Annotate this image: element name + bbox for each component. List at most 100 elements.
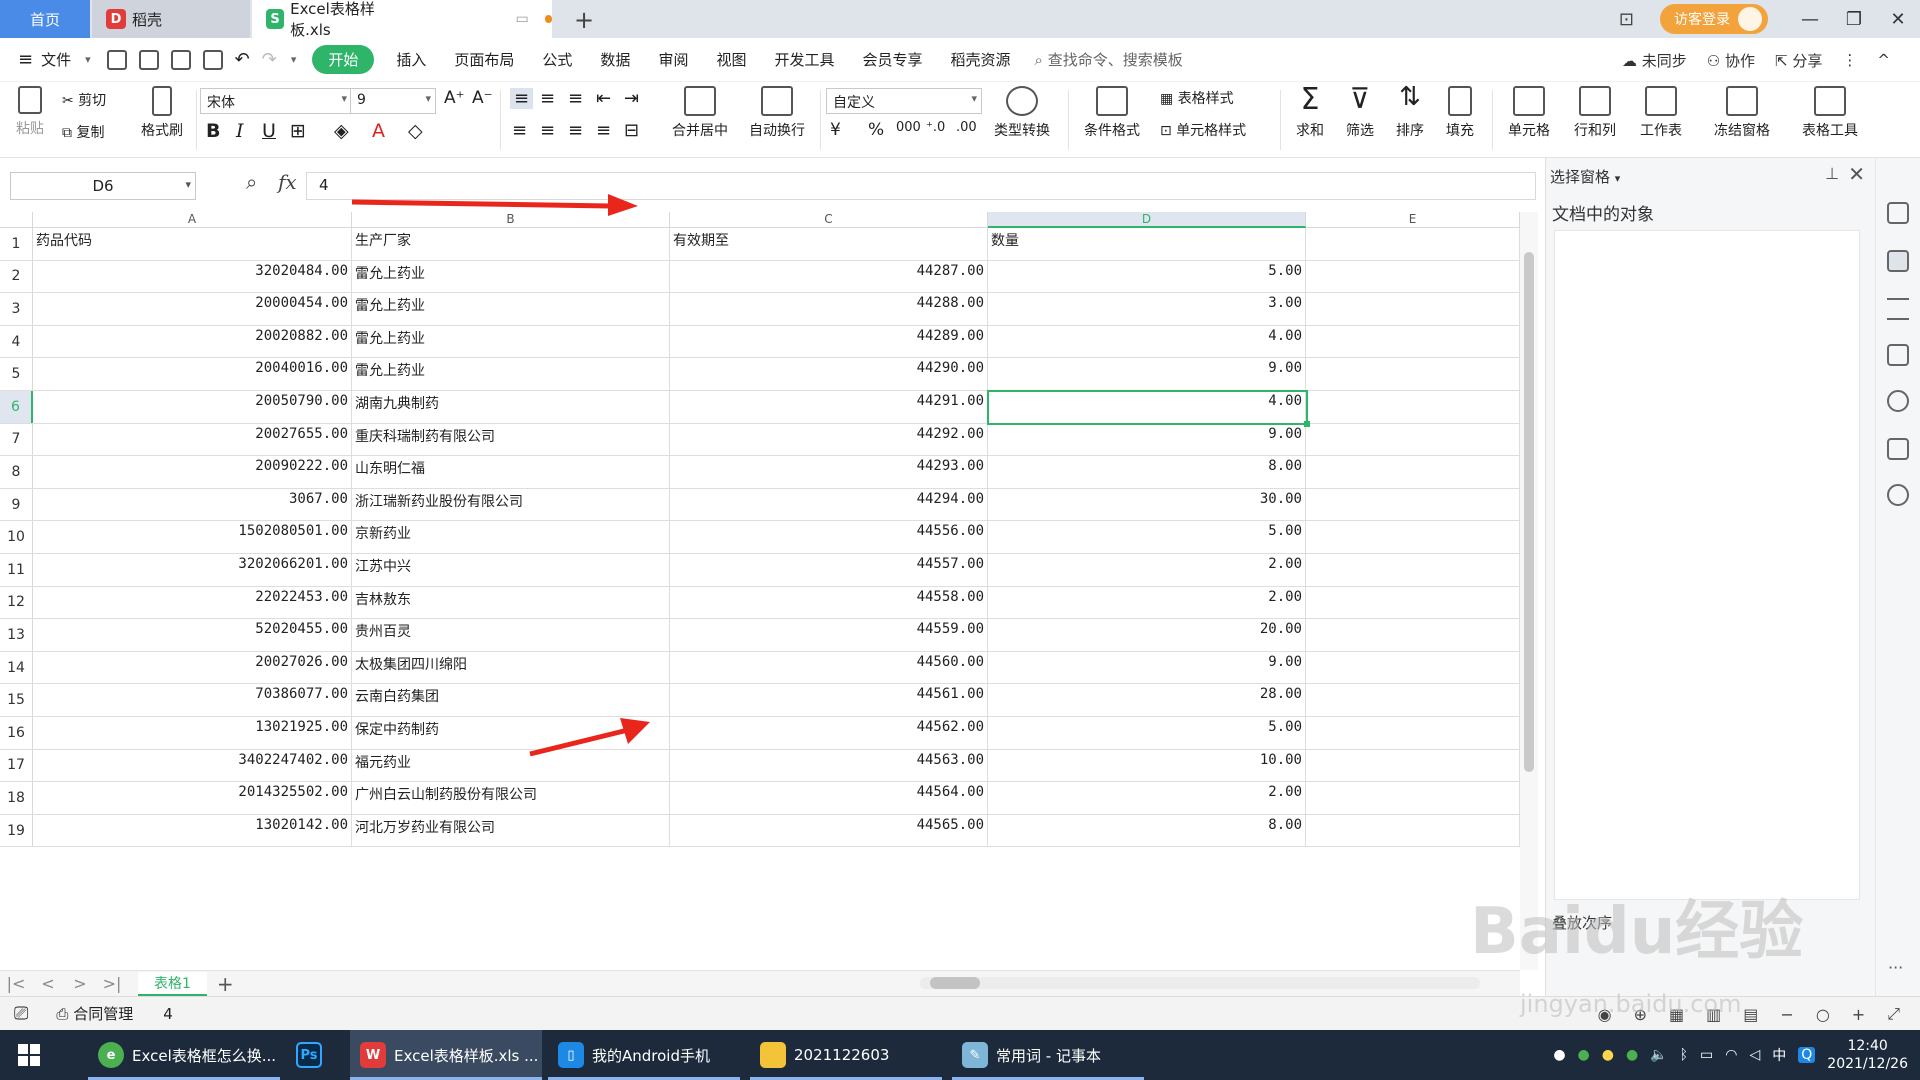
row-number[interactable]: 11 [0, 554, 33, 586]
zoom-in-icon[interactable]: + [1852, 1005, 1865, 1024]
sum-button[interactable]: Σ 求和 [1286, 82, 1334, 140]
tab-home[interactable]: 首页 [0, 0, 90, 38]
decrease-decimal-icon[interactable]: .00 [956, 120, 977, 135]
font-color-icon[interactable]: A [372, 120, 385, 142]
menu-daoke-resources[interactable]: 稻壳资源 [937, 49, 1025, 70]
row-number[interactable]: 14 [0, 651, 33, 684]
close-pane-icon[interactable]: ✕ [1848, 162, 1865, 186]
print-preview-icon[interactable] [202, 49, 223, 70]
cell-b[interactable]: 保定中药制药 [352, 717, 670, 749]
row-number[interactable]: 2 [0, 260, 33, 293]
cell-a[interactable]: 20027026.00 [33, 651, 352, 684]
column-header-c[interactable]: C [670, 212, 988, 228]
cell-c[interactable]: 44293.00 [670, 456, 988, 488]
row-number[interactable]: 5 [0, 358, 33, 390]
merge-center-button[interactable]: 合并居中 [660, 82, 740, 140]
cell-b[interactable]: 雷允上药业 [352, 358, 670, 390]
cell-e[interactable] [1306, 586, 1520, 619]
taskbar-item-android[interactable]: ▯ 我的Android手机 [548, 1030, 740, 1080]
filter-button[interactable]: ⊽ 筛选 [1336, 82, 1384, 140]
cell-a[interactable]: 20040016.00 [33, 358, 352, 390]
cell-a[interactable]: 52020455.00 [33, 619, 352, 651]
type-convert-button[interactable]: 类型转换 [986, 82, 1058, 140]
document-manage-button[interactable]: ⎙ 合同管理 [56, 1003, 133, 1024]
cell-b[interactable]: 河北万岁药业有限公司 [352, 814, 670, 847]
collaborate-button[interactable]: ⚇ 协作 [1707, 50, 1755, 71]
bluetooth-icon[interactable]: ᛒ [1680, 1047, 1688, 1063]
menu-formula[interactable]: 公式 [528, 49, 586, 70]
row-number[interactable]: 15 [0, 684, 33, 716]
row-number[interactable]: 3 [0, 293, 33, 325]
row-number[interactable]: 4 [0, 325, 33, 358]
cell-c[interactable]: 44294.00 [670, 488, 988, 521]
share-button[interactable]: ⇱ 分享 [1775, 50, 1822, 71]
next-sheet-icon[interactable]: > [64, 974, 96, 993]
cell-e[interactable] [1306, 619, 1520, 651]
search-command[interactable]: ⌕ 查找命令、搜索模板 [1035, 49, 1183, 70]
cell-e[interactable] [1306, 651, 1520, 684]
sort-button[interactable]: ⇅ 排序 [1386, 82, 1434, 140]
cell-a[interactable]: 3067.00 [33, 488, 352, 521]
windows-start-icon[interactable] [18, 1044, 40, 1066]
quick-access-dropdown-icon[interactable]: ▾ [291, 53, 297, 66]
fill-color-icon[interactable]: ◈ [334, 120, 349, 142]
align-left-icon[interactable]: ≡ [512, 120, 527, 141]
horizontal-scrollbar[interactable] [920, 977, 1480, 989]
cell-b[interactable]: 湖南九典制药 [352, 391, 670, 423]
zoom-slider-icon[interactable]: ○ [1816, 1005, 1830, 1024]
vertical-scrollbar[interactable] [1520, 212, 1538, 970]
cell-d[interactable]: 8.00 [988, 456, 1306, 488]
guest-login-button[interactable]: 访客登录 [1660, 4, 1768, 34]
battery-icon[interactable]: ▭ [1700, 1047, 1713, 1063]
increase-font-icon[interactable]: A⁺ [444, 88, 465, 108]
cell-a[interactable]: 20050790.00 [33, 391, 352, 423]
underline-button[interactable]: U [262, 120, 276, 142]
cell-b[interactable]: 广州白云山制药股份有限公司 [352, 782, 670, 814]
align-middle-icon[interactable]: ≡ [540, 88, 555, 109]
menu-view[interactable]: 视图 [702, 49, 760, 70]
close-window-icon[interactable]: ✕ [1876, 9, 1920, 30]
cell-d[interactable]: 2.00 [988, 586, 1306, 619]
rocket-icon[interactable] [1887, 202, 1909, 224]
percent-button[interactable]: % [868, 120, 884, 140]
menu-data[interactable]: 数据 [586, 49, 644, 70]
taskbar-item-excel[interactable]: W Excel表格样板.xls ... [350, 1030, 542, 1080]
cell-d[interactable]: 30.00 [988, 488, 1306, 521]
cell-d[interactable]: 5.00 [988, 717, 1306, 749]
name-box-dropdown-icon[interactable]: ▾ [185, 178, 191, 191]
currency-button[interactable]: ¥ [830, 120, 841, 140]
row-number[interactable]: 13 [0, 619, 33, 651]
select-all-corner[interactable] [0, 212, 33, 228]
cell-c[interactable]: 44560.00 [670, 651, 988, 684]
copy-button[interactable]: ⧉ 复制 [62, 122, 104, 142]
cell-b[interactable]: 太极集团四川绵阳 [352, 651, 670, 684]
cell-d[interactable]: 20.00 [988, 619, 1306, 651]
cell-e[interactable] [1306, 423, 1520, 456]
justify-icon[interactable]: ≡ [596, 120, 611, 141]
cell-a[interactable]: 13021925.00 [33, 717, 352, 749]
export-pdf-icon[interactable] [138, 49, 159, 70]
vertical-scroll-thumb[interactable] [1524, 252, 1534, 772]
align-right-icon[interactable]: ≡ [568, 120, 583, 141]
increase-decimal-icon[interactable]: ⁺.0 [926, 120, 945, 135]
cell-c[interactable]: 44565.00 [670, 814, 988, 847]
save-icon[interactable] [106, 49, 127, 70]
tray-app-icon[interactable]: ● [1602, 1047, 1614, 1063]
row-column-button[interactable]: 行和列 [1564, 82, 1626, 140]
cell-c[interactable]: 44559.00 [670, 619, 988, 651]
search-q-icon[interactable]: Q [1798, 1047, 1816, 1063]
last-sheet-icon[interactable]: >| [96, 974, 128, 993]
cell-button[interactable]: 单元格 [1498, 82, 1560, 140]
cut-button[interactable]: ✂ 剪切 [62, 90, 106, 110]
cell-b[interactable]: 生产厂家 [352, 228, 670, 260]
clock[interactable]: 12:40 2021/12/26 [1827, 1037, 1908, 1073]
cell-style-button[interactable]: ⊡ 单元格样式 [1160, 120, 1246, 140]
cell-b[interactable]: 雷允上药业 [352, 260, 670, 293]
eye-protect-icon[interactable]: ◉ [1598, 1005, 1612, 1024]
cell-a[interactable]: 20000454.00 [33, 293, 352, 325]
print-icon[interactable] [170, 49, 191, 70]
row-number[interactable]: 12 [0, 586, 33, 619]
distribute-icon[interactable]: ⊟ [624, 120, 639, 141]
cell-e[interactable] [1306, 228, 1520, 260]
sheet-tab-1[interactable]: 表格1 [138, 971, 207, 996]
